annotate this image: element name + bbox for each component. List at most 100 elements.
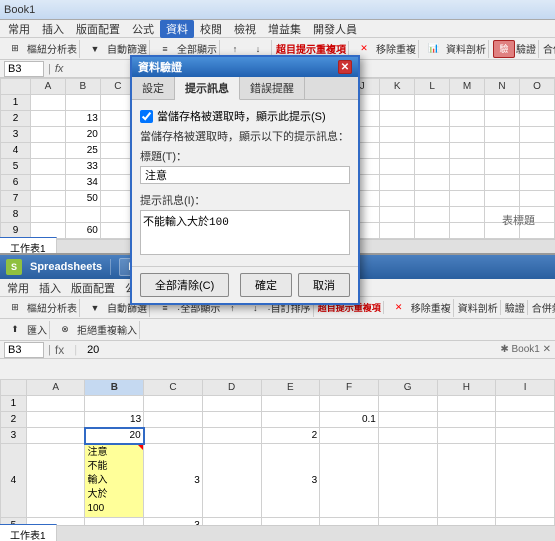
top-cell-r6-c12[interactable] — [415, 175, 450, 191]
bottom-reject-btn[interactable]: ⊗ — [54, 321, 76, 339]
top-cell-r5-c2[interactable]: 33 — [65, 159, 100, 175]
cell-b3[interactable]: 20 — [85, 428, 144, 444]
show-message-checkbox[interactable] — [140, 110, 153, 123]
top-cell-r1-c11[interactable] — [380, 95, 415, 111]
title-input[interactable] — [140, 166, 350, 184]
cell-e2[interactable] — [261, 412, 320, 428]
cell-c1[interactable] — [144, 396, 203, 412]
top-sheet-tab[interactable]: 工作表1 — [0, 237, 57, 254]
data-analyze-btn[interactable]: 📊 — [423, 40, 445, 58]
top-cell-r3-c1[interactable] — [31, 127, 66, 143]
bottom-formula-input[interactable] — [87, 344, 486, 356]
cell-h1[interactable] — [437, 396, 496, 412]
dialog-close-button[interactable]: ✕ — [338, 60, 352, 74]
bottom-autofilter-btn[interactable]: ▼ — [84, 299, 106, 317]
bottom-sheet-tab[interactable]: 工作表1 — [0, 524, 57, 541]
top-cell-r4-c1[interactable] — [31, 143, 66, 159]
cell-b4[interactable]: 注意不能輸入大於100 — [85, 444, 144, 518]
top-cell-ref[interactable] — [4, 61, 44, 77]
top-cell-r1-c2[interactable] — [65, 95, 100, 111]
top-cell-r7-c15[interactable] — [519, 191, 554, 207]
top-cell-r4-c12[interactable] — [415, 143, 450, 159]
top-cell-r7-c13[interactable] — [450, 191, 485, 207]
top-cell-r5-c11[interactable] — [380, 159, 415, 175]
menu-addins[interactable]: 增益集 — [262, 20, 307, 38]
cell-f2[interactable]: 0.1 — [320, 412, 379, 428]
menu-review[interactable]: 校閱 — [194, 20, 228, 38]
clear-all-button[interactable]: 全部清除(C) — [140, 273, 229, 297]
top-cell-r6-c13[interactable] — [450, 175, 485, 191]
cell-e4[interactable]: 3 — [261, 444, 320, 518]
top-cell-r3-c2[interactable]: 20 — [65, 127, 100, 143]
cell-i1[interactable] — [496, 396, 555, 412]
top-cell-r8-c13[interactable] — [450, 207, 485, 223]
top-cell-r3-c12[interactable] — [415, 127, 450, 143]
top-cell-r5-c14[interactable] — [484, 159, 519, 175]
top-cell-r4-c2[interactable]: 25 — [65, 143, 100, 159]
top-cell-r2-c1[interactable] — [31, 111, 66, 127]
dialog-tab-input-message[interactable]: 提示訊息 — [175, 77, 240, 100]
top-cell-r6-c11[interactable] — [380, 175, 415, 191]
top-cell-r1-c13[interactable] — [450, 95, 485, 111]
top-cell-r1-c15[interactable] — [519, 95, 554, 111]
cell-d3[interactable] — [202, 428, 261, 444]
cell-b2[interactable]: 13 — [85, 412, 144, 428]
bottom-menu-insert[interactable]: 插入 — [34, 279, 66, 297]
top-cell-r8-c1[interactable] — [31, 207, 66, 223]
top-cell-r2-c12[interactable] — [415, 111, 450, 127]
menu-dev[interactable]: 開發人員 — [307, 20, 363, 38]
top-cell-r3-c13[interactable] — [450, 127, 485, 143]
bottom-menu-changeyong[interactable]: 常用 — [2, 279, 34, 297]
taskbar-app-label[interactable]: Spreadsheets — [26, 259, 111, 275]
top-cell-r8-c2[interactable] — [65, 207, 100, 223]
top-cell-r5-c12[interactable] — [415, 159, 450, 175]
top-cell-r4-c11[interactable] — [380, 143, 415, 159]
cell-d1[interactable] — [202, 396, 261, 412]
cell-a4[interactable] — [26, 444, 85, 518]
top-cell-r5-c1[interactable] — [31, 159, 66, 175]
top-cell-r7-c2[interactable]: 50 — [65, 191, 100, 207]
top-cell-r9-c12[interactable] — [415, 223, 450, 239]
dialog-tab-settings[interactable]: 設定 — [132, 77, 175, 99]
top-cell-r3-c15[interactable] — [519, 127, 554, 143]
cell-a1[interactable] — [26, 396, 85, 412]
cell-g3[interactable] — [378, 428, 437, 444]
cell-a3[interactable] — [26, 428, 85, 444]
top-cell-r7-c14[interactable] — [484, 191, 519, 207]
cell-g4[interactable] — [378, 444, 437, 518]
cell-h2[interactable] — [437, 412, 496, 428]
menu-layout[interactable]: 版面配置 — [70, 20, 126, 38]
cell-e1[interactable] — [261, 396, 320, 412]
top-cell-r1-c12[interactable] — [415, 95, 450, 111]
cell-i3[interactable] — [496, 428, 555, 444]
cell-h3[interactable] — [437, 428, 496, 444]
cell-b1[interactable] — [85, 396, 144, 412]
top-cell-r4-c14[interactable] — [484, 143, 519, 159]
cell-f1[interactable] — [320, 396, 379, 412]
dialog-tab-error-alert[interactable]: 錯誤提醒 — [240, 77, 305, 99]
cell-g1[interactable] — [378, 396, 437, 412]
cell-f4[interactable] — [320, 444, 379, 518]
top-cell-r1-c14[interactable] — [484, 95, 519, 111]
top-cell-r6-c15[interactable] — [519, 175, 554, 191]
top-cell-r5-c15[interactable] — [519, 159, 554, 175]
top-cell-r7-c12[interactable] — [415, 191, 450, 207]
menu-insert[interactable]: 插入 — [36, 20, 70, 38]
bottom-cell-ref[interactable] — [4, 342, 44, 358]
top-cell-r6-c14[interactable] — [484, 175, 519, 191]
cell-c2[interactable] — [144, 412, 203, 428]
book-tab[interactable]: ✱ Book1 ✕ — [500, 344, 551, 355]
bottom-import-btn[interactable]: ⬆ — [4, 321, 26, 339]
top-cell-r2-c13[interactable] — [450, 111, 485, 127]
cell-d4[interactable] — [202, 444, 261, 518]
cell-i4[interactable] — [496, 444, 555, 518]
top-cell-r5-c13[interactable] — [450, 159, 485, 175]
cancel-button[interactable]: 取消 — [298, 273, 350, 297]
top-cell-r6-c1[interactable] — [31, 175, 66, 191]
top-cell-r9-c13[interactable] — [450, 223, 485, 239]
top-cell-r2-c2[interactable]: 13 — [65, 111, 100, 127]
cell-f3[interactable] — [320, 428, 379, 444]
top-cell-r1-c1[interactable] — [31, 95, 66, 111]
cell-a2[interactable] — [26, 412, 85, 428]
message-textarea[interactable]: 不能輸入大於100 — [140, 210, 350, 255]
